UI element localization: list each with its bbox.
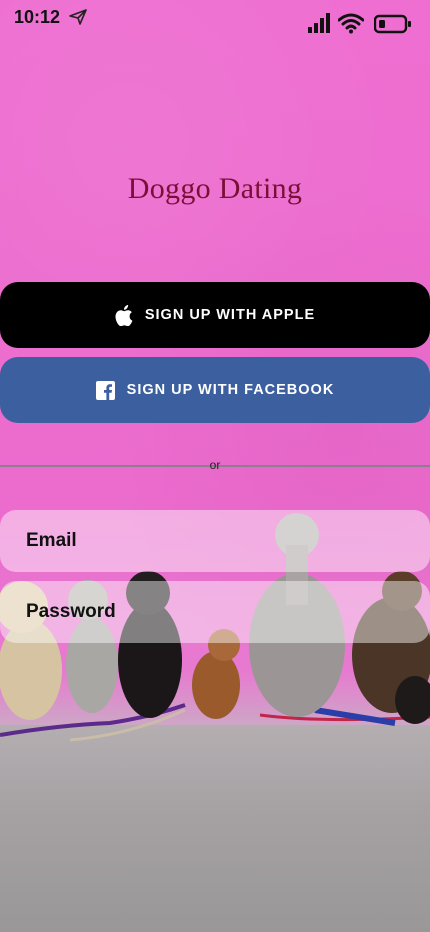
app-screen: 10:12 Doggo Dating SIGN UP WITH APPLE SI…	[0, 0, 430, 932]
or-label: or	[209, 458, 221, 472]
status-bar: 10:12	[0, 0, 430, 40]
status-time: 10:12	[14, 7, 61, 27]
password-label: Password	[26, 601, 116, 622]
app-title: Doggo Dating	[127, 172, 303, 205]
email-label: Email	[26, 530, 77, 551]
sign-up-with-apple-label: SIGN UP WITH APPLE	[144, 307, 316, 323]
password-field[interactable]: Password	[0, 581, 430, 643]
sign-up-with-facebook-button[interactable]: SIGN UP WITH FACEBOOK	[0, 357, 430, 423]
facebook-icon	[95, 380, 115, 400]
sign-up-with-facebook-label: SIGN UP WITH FACEBOOK	[126, 382, 335, 398]
apple-icon	[115, 304, 133, 326]
signal-icon	[308, 13, 330, 33]
send-icon	[69, 9, 87, 25]
pavement-background	[0, 725, 430, 932]
divider-or-text: or	[0, 458, 430, 472]
email-field[interactable]: Email	[0, 510, 430, 572]
wifi-icon	[338, 13, 364, 34]
sign-up-with-apple-button[interactable]: SIGN UP WITH APPLE	[0, 282, 430, 348]
battery-icon	[374, 14, 411, 34]
